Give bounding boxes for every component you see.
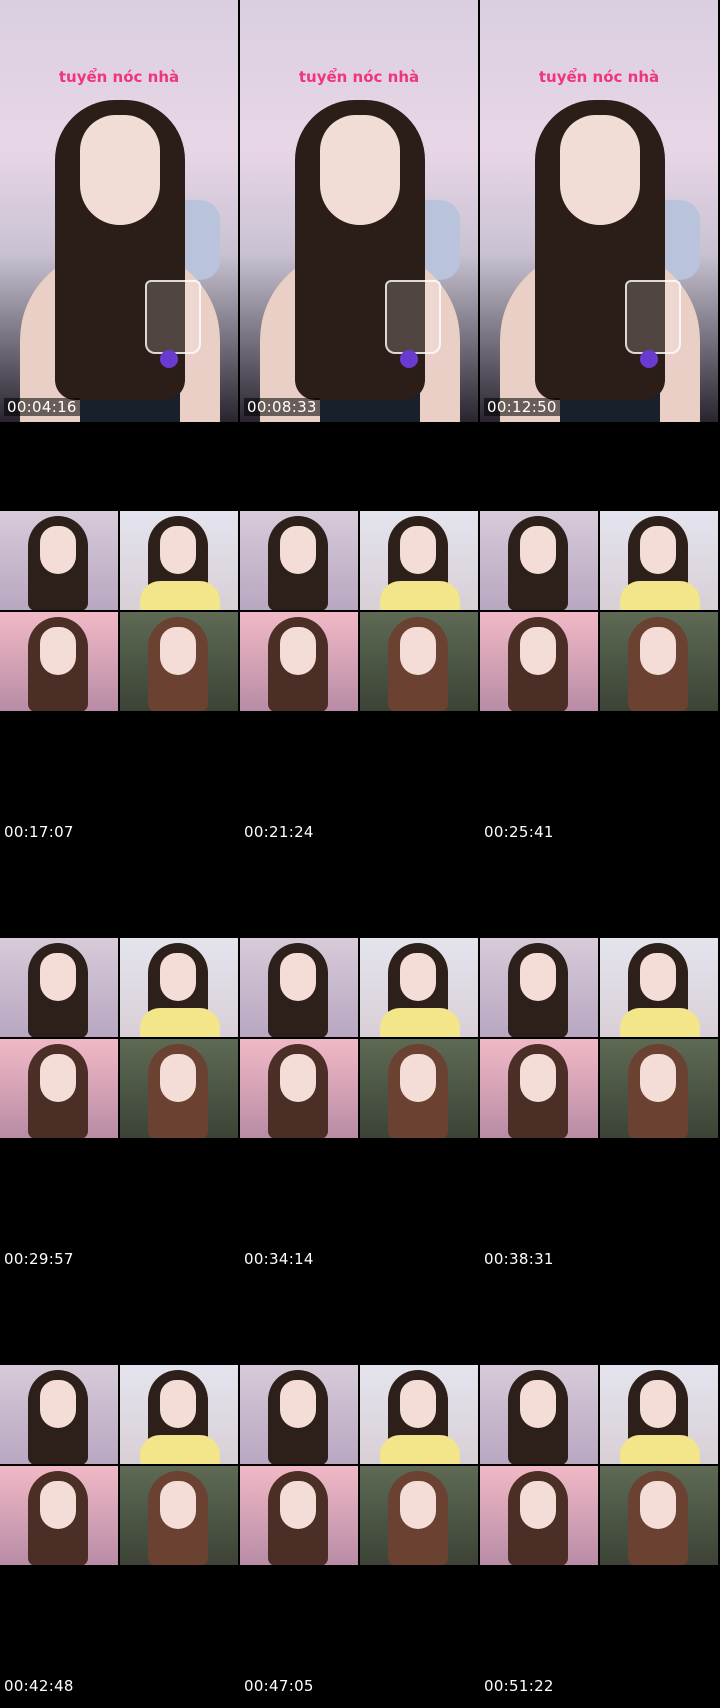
- thumbnail-4[interactable]: 00:17:07: [0, 427, 240, 853]
- timestamp: 00:08:33: [244, 398, 320, 416]
- timestamp: 00:21:24: [244, 823, 314, 841]
- video-frame: tuyển nóc nhà: [480, 0, 718, 422]
- thumbnail-1[interactable]: tuyển nóc nhà 00:04:16: [0, 0, 240, 426]
- timestamp: 00:38:31: [484, 1250, 554, 1268]
- timestamp: 00:25:41: [484, 823, 554, 841]
- thumbnail-6[interactable]: 00:25:41: [480, 427, 720, 853]
- thumbnail-2[interactable]: tuyển nóc nhà 00:08:33: [240, 0, 480, 426]
- thumbnail-7[interactable]: 00:29:57: [0, 854, 240, 1280]
- thumbnail-3[interactable]: tuyển nóc nhà 00:12:50: [480, 0, 720, 426]
- thumbnail-8[interactable]: 00:34:14: [240, 854, 480, 1280]
- jar-sticker: [625, 280, 681, 354]
- jar-sticker: [145, 280, 201, 354]
- multi-stream-grid: [240, 938, 478, 1138]
- multi-stream-grid: [240, 511, 478, 711]
- timestamp: 00:17:07: [4, 823, 74, 841]
- multi-stream-grid: [480, 938, 718, 1138]
- timestamp: 00:29:57: [4, 1250, 74, 1268]
- timestamp: 00:51:22: [484, 1677, 554, 1695]
- timestamp: 00:04:16: [4, 398, 80, 416]
- timestamp: 00:34:14: [244, 1250, 314, 1268]
- jar-sticker: [385, 280, 441, 354]
- timestamp: 00:47:05: [244, 1677, 314, 1695]
- thumbnail-10[interactable]: 00:42:48: [0, 1281, 240, 1707]
- thumbnail-11[interactable]: 00:47:05: [240, 1281, 480, 1707]
- multi-stream-grid: [240, 1365, 478, 1565]
- thumbnail-5[interactable]: 00:21:24: [240, 427, 480, 853]
- thumbnail-9[interactable]: 00:38:31: [480, 854, 720, 1280]
- overlay-text: tuyển nóc nhà: [58, 68, 180, 86]
- multi-stream-grid: [0, 938, 238, 1138]
- multi-stream-grid: [480, 1365, 718, 1565]
- video-frame: tuyển nóc nhà: [0, 0, 238, 422]
- multi-stream-grid: [0, 1365, 238, 1565]
- timestamp: 00:42:48: [4, 1677, 74, 1695]
- video-frame: tuyển nóc nhà: [240, 0, 478, 422]
- overlay-text: tuyển nóc nhà: [538, 68, 660, 86]
- multi-stream-grid: [0, 511, 238, 711]
- overlay-text: tuyển nóc nhà: [298, 68, 420, 86]
- timestamp: 00:12:50: [484, 398, 560, 416]
- multi-stream-grid: [480, 511, 718, 711]
- thumbnail-12[interactable]: 00:51:22: [480, 1281, 720, 1707]
